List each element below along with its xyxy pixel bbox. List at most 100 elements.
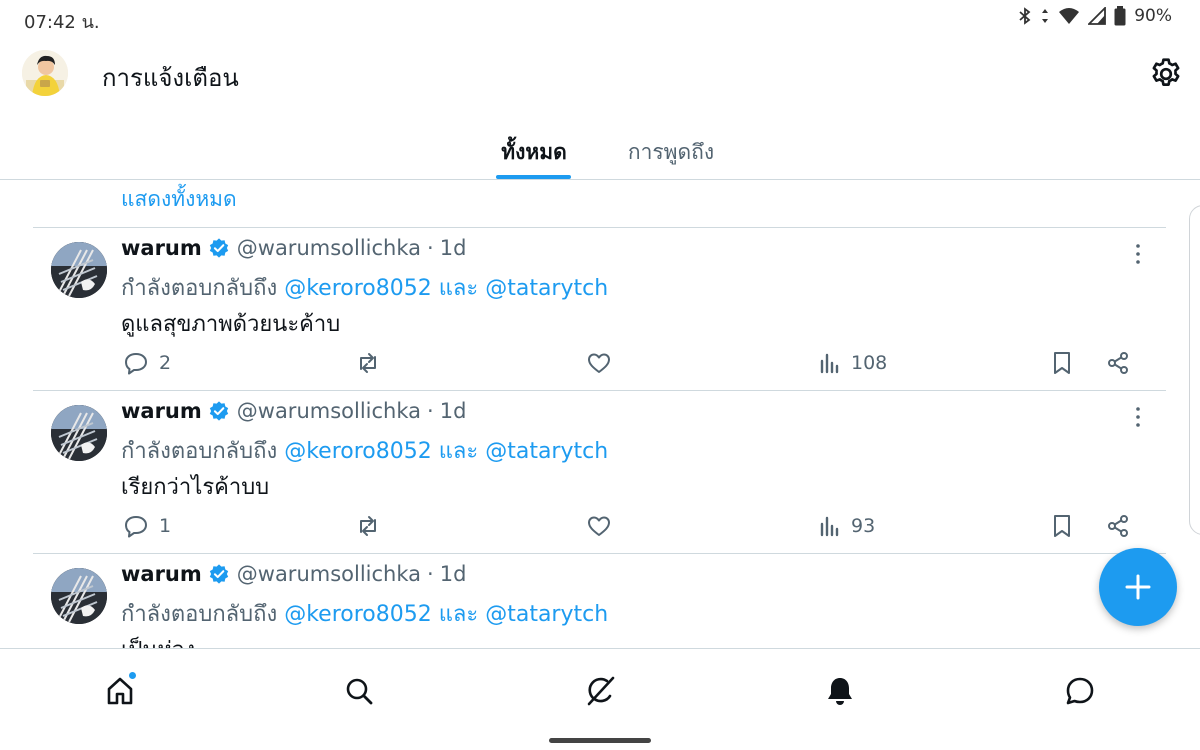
mention-link[interactable]: @tatarytch (485, 439, 608, 464)
analytics-icon (820, 353, 839, 374)
more-vertical-icon (1136, 407, 1140, 427)
header: การแจ้งเตือน (0, 40, 1200, 110)
avatar-image (51, 405, 107, 461)
gesture-bar[interactable] (549, 738, 651, 743)
tab-all[interactable]: ทั้งหมด (496, 128, 572, 180)
display-name[interactable]: warum (121, 236, 202, 260)
handle[interactable]: @warumsollichka (237, 562, 421, 586)
bottom-nav (0, 648, 1200, 750)
avatar[interactable] (22, 50, 68, 96)
like-button[interactable] (586, 350, 612, 376)
tab-bar: ทั้งหมด การพูดถึง (0, 128, 1200, 180)
timestamp: 1d (439, 562, 467, 586)
reply-context: กำลังตอบกลับถึง @keroro8052 และ @tataryt… (121, 596, 608, 631)
show-all-link[interactable]: แสดงทั้งหมด (121, 183, 237, 216)
more-options-button[interactable] (1127, 240, 1149, 268)
view-count: 108 (851, 352, 888, 374)
post-avatar[interactable] (51, 242, 107, 298)
status-icons: 90% (1018, 6, 1172, 26)
view-count: 93 (851, 515, 876, 537)
heart-icon (588, 516, 610, 536)
handle[interactable]: @warumsollichka (237, 399, 421, 423)
nav-home[interactable] (98, 669, 142, 713)
status-bar: 07:42 น. 90% (0, 0, 1200, 36)
heart-icon (588, 353, 610, 373)
reply-prefix: กำลังตอบกลับถึง (121, 602, 278, 627)
data-arrows-icon (1042, 9, 1049, 23)
share-button[interactable] (1106, 350, 1130, 376)
reply-prefix: กำลังตอบกลับถึง (121, 276, 278, 301)
timestamp: 1d (439, 236, 467, 260)
share-button[interactable] (1106, 513, 1130, 539)
post-text: เป็นห่วง (121, 632, 195, 648)
display-name[interactable]: warum (121, 562, 202, 586)
verified-badge-icon (209, 564, 228, 584)
post-avatar[interactable] (51, 405, 107, 461)
share-icon (1108, 515, 1128, 537)
mention-link[interactable]: @tatarytch (485, 276, 608, 301)
mention-conjunction: และ (438, 276, 479, 301)
verified-badge-icon (209, 238, 228, 258)
views-button[interactable]: 93 (819, 513, 875, 539)
active-tab-indicator (496, 175, 571, 179)
mention-conjunction: และ (438, 602, 479, 627)
wifi-icon (1059, 8, 1080, 24)
mention-link[interactable]: @tatarytch (485, 602, 608, 627)
bookmark-icon (1054, 352, 1070, 374)
status-time: 07:42 น. (24, 12, 100, 33)
reply-icon (125, 516, 147, 538)
timestamp: 1d (439, 399, 467, 423)
mention-link[interactable]: @keroro8052 (284, 439, 432, 464)
display-name[interactable]: warum (121, 399, 202, 423)
reply-button[interactable]: 2 (123, 350, 171, 376)
more-vertical-icon (1136, 244, 1140, 264)
nav-notifications[interactable] (818, 669, 862, 713)
repost-button[interactable] (355, 513, 381, 539)
repost-icon (360, 353, 376, 373)
views-button[interactable]: 108 (819, 350, 887, 376)
nav-search[interactable] (337, 669, 381, 713)
reply-context: กำลังตอบกลับถึง @keroro8052 และ @tataryt… (121, 433, 608, 468)
bell-icon (828, 678, 852, 705)
compose-button[interactable] (1099, 548, 1177, 626)
battery-icon (1114, 6, 1126, 26)
gear-icon (1152, 58, 1180, 86)
mention-link[interactable]: @keroro8052 (284, 602, 432, 627)
notification-post[interactable]: warum @warumsollichka · 1d กำลังตอบกลับถ… (33, 554, 1166, 648)
message-icon (1066, 677, 1094, 705)
avatar-image (22, 50, 68, 96)
analytics-icon (820, 516, 839, 537)
battery-percent: 90% (1134, 6, 1172, 26)
reply-button[interactable]: 1 (123, 513, 171, 539)
bookmark-button[interactable] (1051, 350, 1073, 376)
grok-icon (587, 676, 615, 706)
separator-dot: · (427, 236, 434, 260)
tab-mentions-label: การพูดถึง (627, 140, 715, 164)
notification-post[interactable]: warum @warumsollichka · 1d กำลังตอบกลับถ… (33, 391, 1166, 553)
mention-link[interactable]: @keroro8052 (284, 276, 432, 301)
share-icon (1108, 352, 1128, 374)
like-button[interactable] (586, 513, 612, 539)
handle[interactable]: @warumsollichka (237, 236, 421, 260)
post-header: warum @warumsollichka · 1d (121, 562, 466, 586)
reply-prefix: กำลังตอบกลับถึง (121, 439, 278, 464)
signal-icon (1088, 7, 1107, 25)
repost-button[interactable] (355, 350, 381, 376)
reply-count: 1 (159, 515, 172, 537)
bookmark-button[interactable] (1051, 513, 1073, 539)
post-header: warum @warumsollichka · 1d (121, 236, 466, 260)
post-avatar[interactable] (51, 568, 107, 624)
mention-conjunction: และ (438, 439, 479, 464)
verified-badge-icon (209, 401, 228, 421)
settings-button[interactable] (1148, 56, 1184, 92)
nav-messages[interactable] (1058, 669, 1102, 713)
post-text: ดูแลสุขภาพด้วยนะค้าบ (121, 312, 341, 337)
notification-post[interactable]: warum @warumsollichka · 1d กำลังตอบกลับถ… (33, 228, 1166, 390)
post-text: เรียกว่าไรค้าบบ (121, 475, 270, 500)
tab-all-label: ทั้งหมด (501, 140, 567, 164)
side-panel-handle[interactable] (1189, 205, 1200, 535)
more-options-button[interactable] (1127, 403, 1149, 431)
separator-dot: · (427, 399, 434, 423)
tab-mentions[interactable]: การพูดถึง (616, 128, 726, 180)
nav-grok[interactable] (578, 669, 622, 713)
